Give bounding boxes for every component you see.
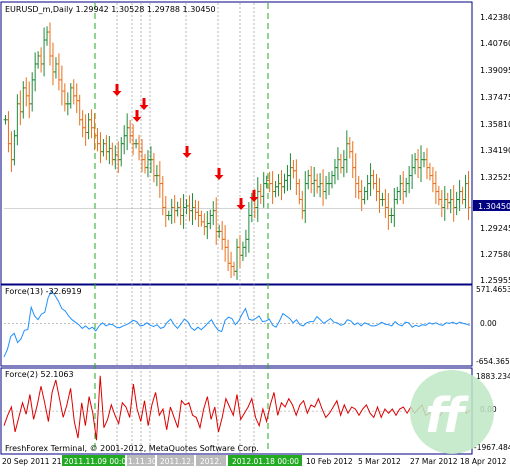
current-price-label: 1.30450 (478, 202, 510, 211)
price-tick-label: 1.37475 (480, 93, 510, 102)
time-label: 2012. (200, 457, 221, 466)
time-label: 10 Feb 2012 (306, 457, 353, 466)
time-label: 5 Mar 2012 (358, 457, 401, 466)
main-chart-title: EURUSD_m,Daily 1.29942 1.30528 1.29788 1… (5, 5, 216, 14)
force13-zero-label: 0.00 (480, 319, 497, 328)
time-label: 27 Mar 2012 (410, 457, 458, 466)
price-tick-label: 1.42380 (480, 13, 510, 22)
force2-title: Force(2) 52.1063 (5, 370, 74, 379)
force13-min-label: -654.365 (476, 357, 510, 366)
force13-title: Force(13) -32.6919 (5, 287, 82, 296)
time-axis: 20 Sep 2011 21 2011.11.09 00:00 1.11.30 … (2, 455, 507, 466)
price-tick-label: 1.40760 (480, 39, 510, 48)
time-label: 2011.12. (160, 457, 193, 466)
price-tick-label: 1.32525 (480, 173, 510, 182)
time-label: 2011.11.09 00:00 (64, 457, 131, 466)
force2-min-label: -1967.484 (474, 443, 510, 452)
force13-max-label: 571.4653 (476, 285, 510, 294)
price-tick-label: 1.35810 (480, 120, 510, 129)
chart-window[interactable]: EURUSD_m,Daily 1.29942 1.30528 1.29788 1… (0, 0, 510, 468)
chart-canvas[interactable]: EURUSD_m,Daily 1.29942 1.30528 1.29788 1… (0, 0, 510, 468)
time-label: 1.11.30 (128, 457, 157, 466)
price-tick-label: 1.29245 (480, 224, 510, 233)
svg-text:ff: ff (425, 388, 469, 444)
price-tick-label: 1.25955 (480, 276, 510, 285)
time-label: 20 Sep 2011 (2, 457, 50, 466)
force2-max-label: 1883.234 (476, 372, 510, 381)
price-tick-label: 1.34190 (480, 146, 510, 155)
time-label: 2012.01.18 00:00 (232, 457, 299, 466)
copyright-text: FreshForex Terminal, © 2001-2012, MetaQu… (5, 444, 259, 453)
time-label: 21 (52, 457, 62, 466)
freshforex-logo: ff (410, 370, 494, 454)
time-label: 18 Apr 2012 (460, 457, 507, 466)
price-tick-label: 1.27580 (480, 250, 510, 259)
price-tick-label: 1.39095 (480, 66, 510, 75)
